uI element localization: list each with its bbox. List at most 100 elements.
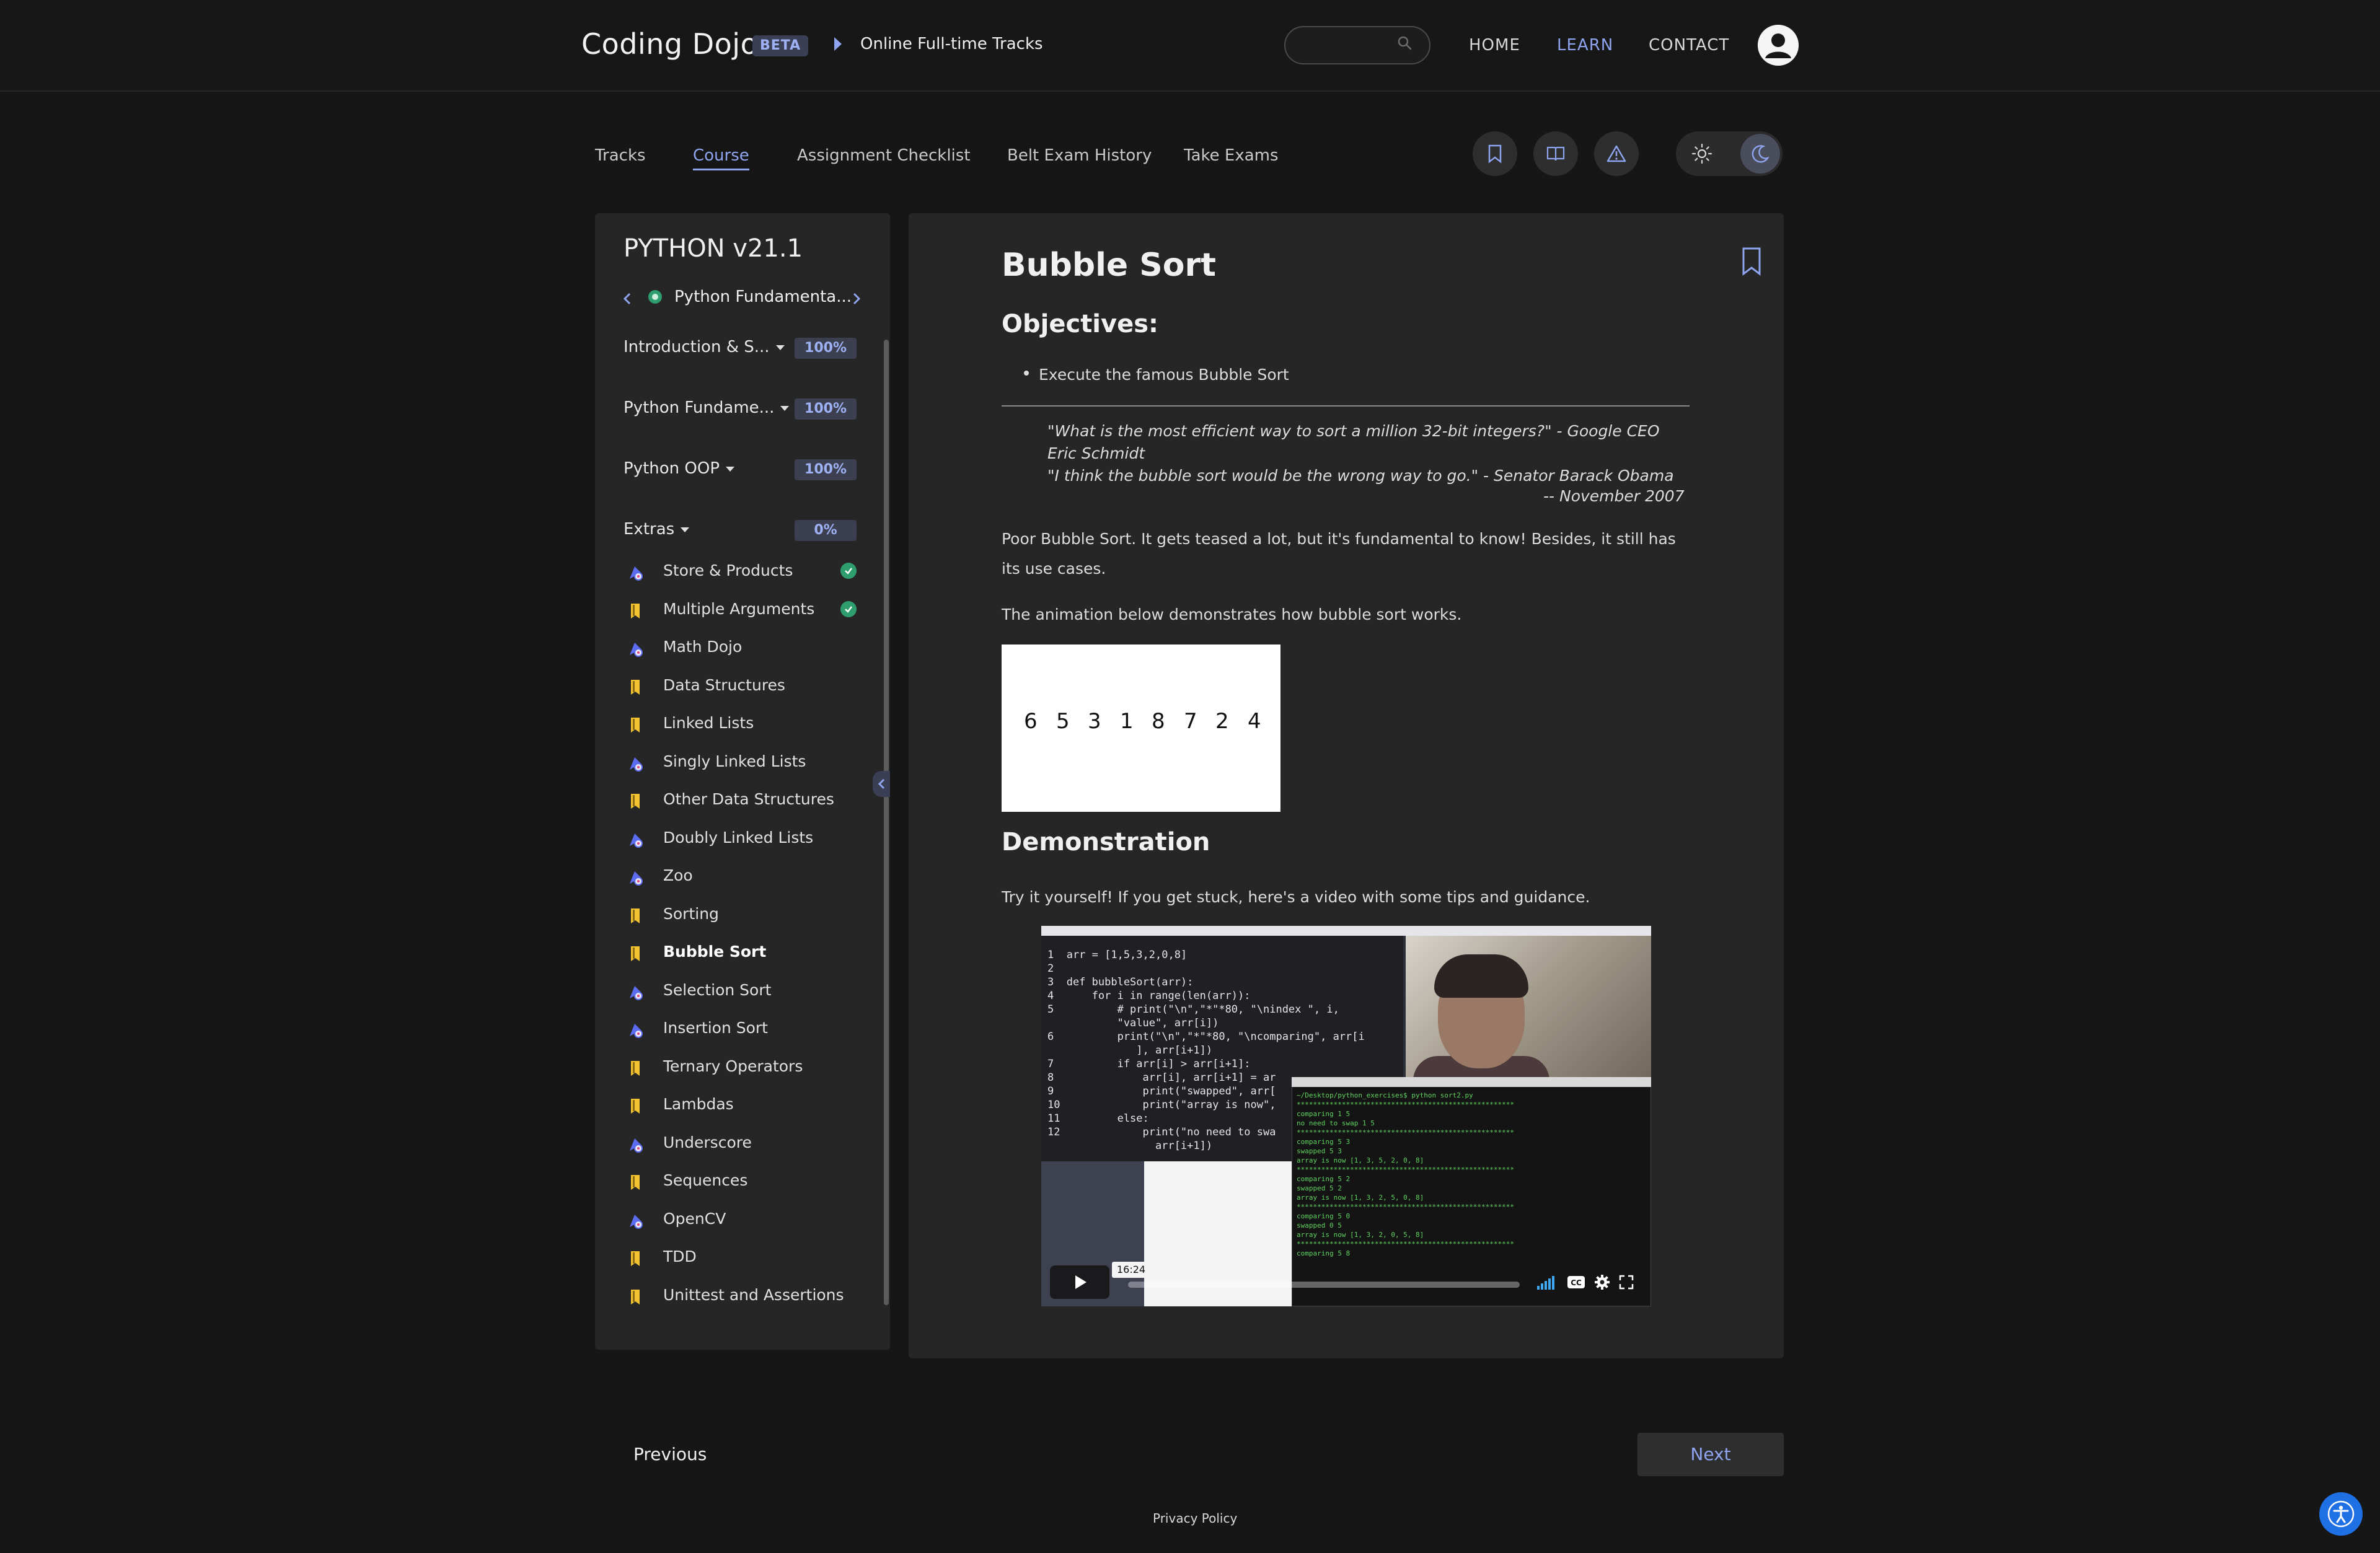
fullscreen-icon[interactable] <box>1619 1275 1634 1290</box>
warning-icon <box>1606 145 1626 162</box>
nav-contact[interactable]: CONTACT <box>1649 36 1729 55</box>
video-play-button[interactable] <box>1050 1265 1109 1299</box>
previous-button[interactable]: Previous <box>633 1444 707 1464</box>
reading-icon <box>631 1251 640 1266</box>
report-issue-button[interactable] <box>1594 131 1639 176</box>
dark-mode-button[interactable] <box>1740 134 1780 174</box>
brand-logo[interactable]: Coding Dojo <box>581 27 758 61</box>
nav-home[interactable]: HOME <box>1469 36 1520 55</box>
caret-down-icon <box>726 466 734 472</box>
module-selector[interactable]: Python Fundamenta... <box>674 288 852 306</box>
search-icon[interactable] <box>1397 35 1412 50</box>
bookmark-icon[interactable] <box>1740 247 1763 276</box>
animation-number: 3 <box>1088 709 1101 734</box>
demonstration-heading: Demonstration <box>1002 828 1210 856</box>
section-progress-badge: 100% <box>795 338 857 359</box>
section-progress-badge: 100% <box>795 398 857 420</box>
chevron-left-icon[interactable] <box>621 291 633 306</box>
animation-caption: The animation below demonstrates how bub… <box>1002 605 1462 623</box>
tab-take-exams[interactable]: Take Exams <box>1184 146 1279 165</box>
settings-gear-icon[interactable] <box>1594 1274 1610 1290</box>
sidebar-collapse-handle[interactable] <box>873 771 890 797</box>
beta-badge: BETA <box>752 35 809 56</box>
tab-tracks[interactable]: Tracks <box>595 146 646 165</box>
reading-icon <box>631 1290 640 1304</box>
tab-assignment-checklist[interactable]: Assignment Checklist <box>797 146 971 165</box>
caret-down-icon <box>780 405 790 411</box>
assignment-icon <box>630 566 643 581</box>
sidebar-item-label: Doubly Linked Lists <box>663 829 814 847</box>
intro-paragraph: Poor Bubble Sort. It gets teased a lot, … <box>1002 530 1676 578</box>
animation-number: 6 <box>1024 709 1038 734</box>
reading-icon <box>631 946 640 961</box>
volume-icon[interactable] <box>1537 1275 1558 1290</box>
video-person-hair <box>1434 954 1528 998</box>
reading-icon <box>631 1099 640 1114</box>
video-mac-menubar <box>1041 926 1651 936</box>
bubble-sort-animation <box>1002 645 1280 812</box>
animation-number: 4 <box>1248 709 1261 734</box>
video-terminal-output: ~/Desktop/python_exercises$ python sort2… <box>1297 1091 1514 1257</box>
section-python-fundamentals[interactable]: Python Fundame... <box>624 398 790 417</box>
nav-learn[interactable]: LEARN <box>1557 36 1613 55</box>
video-timestamp: 16:24 <box>1112 1262 1151 1278</box>
reading-icon <box>631 794 640 809</box>
module-badge-icon <box>648 290 662 304</box>
breadcrumb-caret-icon <box>834 37 842 51</box>
section-progress-badge: 100% <box>795 459 857 480</box>
svg-text:CC: CC <box>1571 1278 1582 1287</box>
sidebar-item-label: Insertion Sort <box>663 1019 768 1037</box>
bookmark-icon <box>1488 144 1502 164</box>
section-introduction[interactable]: Introduction & S... <box>624 338 785 356</box>
chevron-right-icon[interactable] <box>850 291 863 306</box>
closed-captions-icon[interactable]: CC <box>1567 1275 1585 1289</box>
accessibility-button[interactable] <box>2319 1492 2363 1536</box>
play-icon <box>1075 1275 1086 1289</box>
section-extras[interactable]: Extras <box>624 520 690 539</box>
user-avatar-icon[interactable] <box>1758 25 1799 66</box>
breadcrumb-tracks[interactable]: Online Full-time Tracks <box>860 35 1043 53</box>
bullet-icon <box>1024 371 1029 376</box>
objectives-heading: Objectives: <box>1002 310 1159 338</box>
sidebar-item-label: Bubble Sort <box>663 943 767 961</box>
section-python-oop[interactable]: Python OOP <box>624 459 734 478</box>
video-progress-bar[interactable] <box>1128 1282 1520 1288</box>
sidebar-item-label: Math Dojo <box>663 638 743 656</box>
assignment-icon <box>630 757 643 772</box>
light-mode-button[interactable] <box>1682 134 1722 174</box>
tab-belt-exam-history[interactable]: Belt Exam History <box>1007 146 1152 165</box>
caret-down-icon <box>775 345 785 350</box>
animation-number: 1 <box>1120 709 1134 734</box>
quote-schmidt: "What is the most efficient way to sort … <box>1047 422 1660 462</box>
assignment-icon <box>630 986 643 1000</box>
reading-icon <box>631 718 640 733</box>
chevron-left-icon <box>878 778 885 790</box>
lesson-title: Bubble Sort <box>1002 247 1216 284</box>
demo-video-player[interactable]: 1 arr = [1,5,3,2,0,8] 2 3 def bubbleSort… <box>1041 926 1651 1306</box>
completed-check-icon <box>840 601 857 617</box>
next-button[interactable]: Next <box>1637 1433 1784 1476</box>
video-terminal-titlebar <box>1292 1077 1651 1087</box>
privacy-policy-link[interactable]: Privacy Policy <box>1153 1511 1237 1526</box>
sidebar-scrollbar[interactable] <box>884 340 889 1305</box>
bookmarks-button[interactable] <box>1473 131 1517 176</box>
book-icon <box>1546 146 1565 161</box>
quote-date: -- November 2007 <box>1543 487 1685 505</box>
completed-check-icon <box>840 563 857 579</box>
tab-course[interactable]: Course <box>693 146 749 170</box>
section-label: Introduction & S... <box>624 338 770 356</box>
reading-icon <box>631 604 640 618</box>
assignment-icon <box>630 643 643 657</box>
moon-icon <box>1752 145 1770 163</box>
reading-icon <box>631 908 640 923</box>
sidebar-item-label: Store & Products <box>663 561 793 579</box>
section-label: Python OOP <box>624 459 720 478</box>
animation-number: 7 <box>1184 709 1197 734</box>
sidebar-item-label: TDD <box>663 1247 697 1265</box>
reading-mode-button[interactable] <box>1533 131 1578 176</box>
sidebar-item-label: Sequences <box>663 1171 748 1189</box>
caret-down-icon <box>681 527 690 532</box>
assignment-icon <box>630 871 643 886</box>
section-progress-badge: 0% <box>795 520 857 541</box>
demo-paragraph: Try it yourself! If you get stuck, here'… <box>1002 888 1590 906</box>
